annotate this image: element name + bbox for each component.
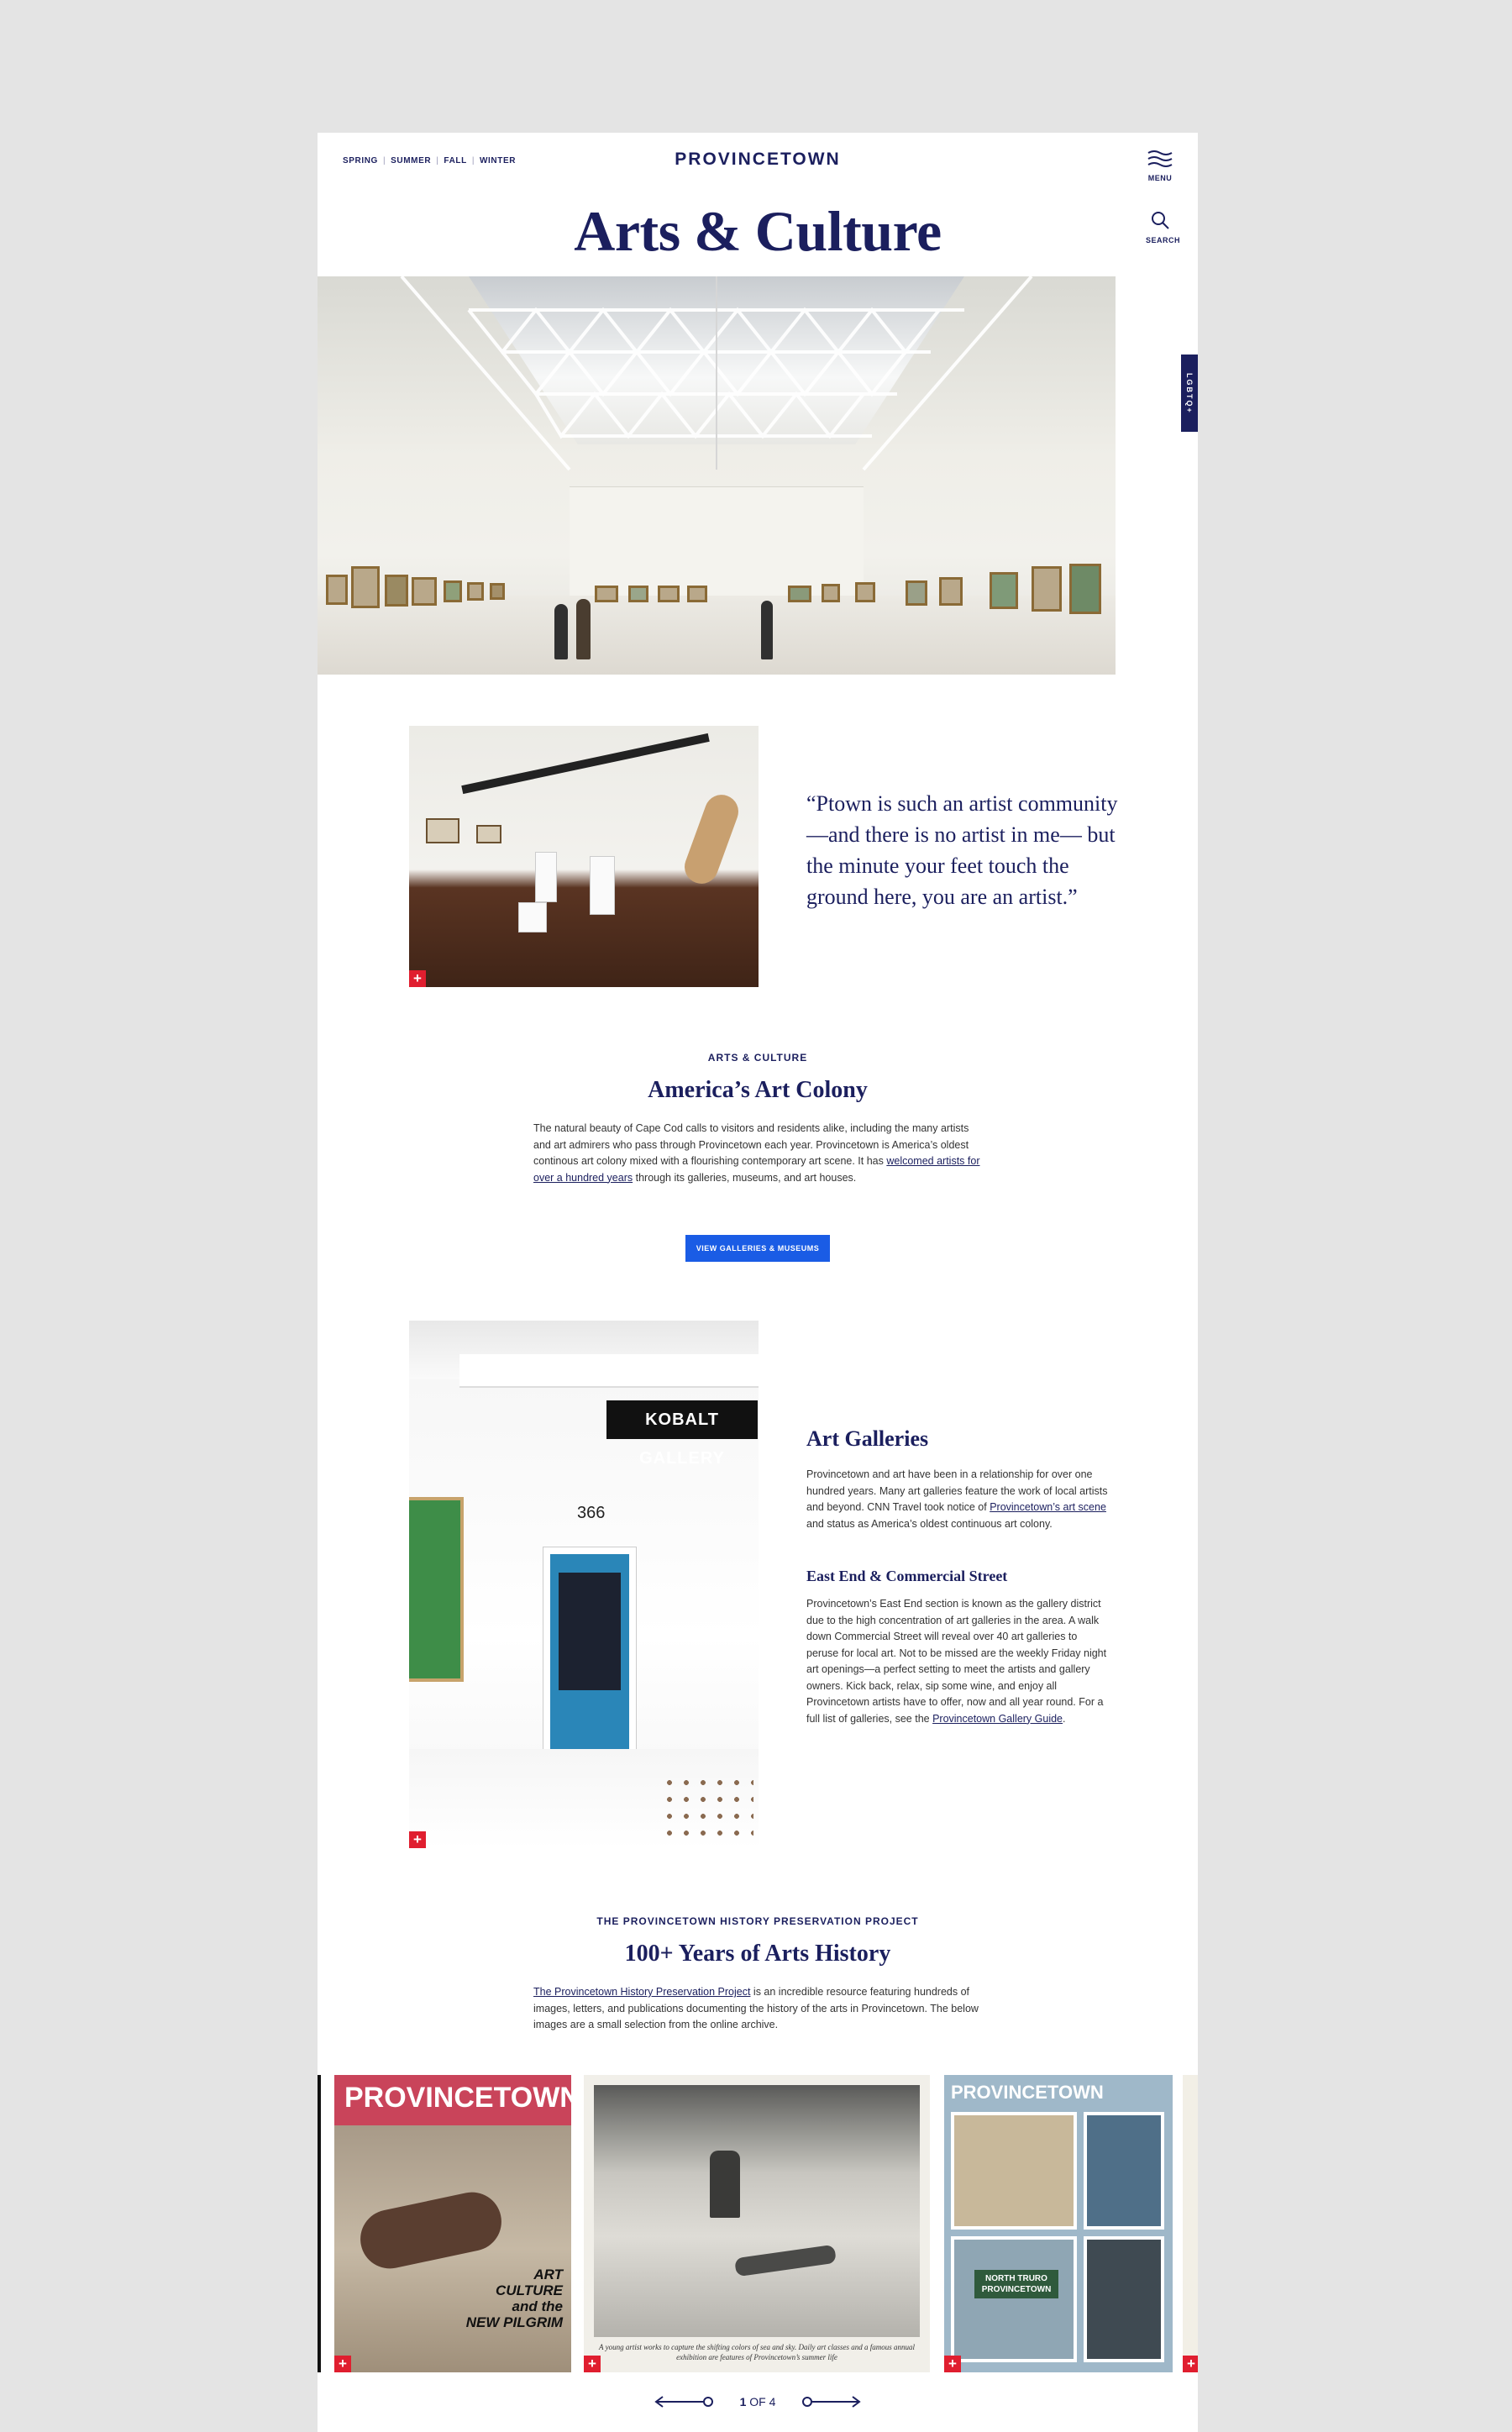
east-end-paragraph: Provincetown’s East End section is known… <box>806 1598 1107 1725</box>
menu-label: MENU <box>1147 174 1173 182</box>
view-galleries-button[interactable]: VIEW GALLERIES & MUSEUMS <box>685 1235 830 1262</box>
magazine-masthead-3: PROVINCETOWN <box>951 2082 1104 2103</box>
east-end-title: East End & Commercial Street <box>806 1568 1008 1584</box>
magazine-tagline: ART CULTURE and the NEW PILGRIM <box>465 2267 563 2330</box>
arrow-left-icon[interactable] <box>654 2396 715 2408</box>
site-logo[interactable]: PROVINCETOWN <box>318 150 1198 170</box>
gallery-sign: KOBALT GALLERY <box>606 1400 758 1468</box>
history-eyebrow: THE PROVINCETOWN HISTORY PRESERVATION PR… <box>596 1915 919 1927</box>
road-sign: NORTH TRURO PROVINCETOWN <box>974 2270 1058 2298</box>
section-eyebrow: ARTS & CULTURE <box>707 1052 808 1064</box>
history-title: 100+ Years of Arts History <box>624 1941 891 1967</box>
kobalt-gallery-image: KOBALT GALLERY 366 + <box>409 1321 759 1848</box>
expand-plus-icon[interactable]: + <box>584 2356 601 2372</box>
page: SPRING | SUMMER | FALL | WINTER PROVINCETOW… <box>318 133 1198 2432</box>
preservation-project-link[interactable]: The Provincetown History Preservation Pr… <box>533 1986 750 1998</box>
menu-button[interactable]: MENU <box>1146 150 1174 182</box>
colony-paragraph: The natural beauty of Cape Cod calls to … <box>533 1122 980 1184</box>
expand-plus-icon[interactable]: + <box>334 2356 351 2372</box>
expand-plus-icon[interactable]: + <box>409 1831 426 1848</box>
carousel-card-3[interactable]: PROVINCETOWN NORTH TRURO PROVINCETOWN + <box>944 2075 1173 2372</box>
arrow-right-icon[interactable] <box>801 2396 862 2408</box>
history-paragraph: The Provincetown History Preservation Pr… <box>533 1986 979 2030</box>
carousel-card-2[interactable]: A young artist works to capture the shif… <box>584 2075 930 2372</box>
art-scene-link[interactable]: Provincetown’s art scene <box>990 1501 1106 1513</box>
carousel-card-1[interactable]: PROVINCETOWN ART CULTURE and the NEW PIL… <box>334 2075 571 2372</box>
pull-quote: “Ptown is such an artist community —and … <box>806 791 1118 909</box>
art-galleries-title: Art Galleries <box>806 1426 929 1451</box>
galleries-paragraph: Provincetown and art have been in a rela… <box>806 1468 1108 1530</box>
waves-menu-icon <box>1147 150 1173 167</box>
magazine-masthead: PROVINCETOWN <box>344 2082 571 2114</box>
expand-plus-icon[interactable]: + <box>944 2356 961 2372</box>
lgbtq-side-tab[interactable]: LGBTQ+ <box>1181 355 1198 432</box>
expand-plus-icon[interactable]: + <box>1183 2356 1198 2372</box>
carousel-card-prev-edge <box>318 2075 321 2372</box>
page-indicator: 1 OF 4 <box>739 2395 776 2408</box>
photo-caption: A young artist works to capture the shif… <box>599 2343 915 2361</box>
street-number: 366 <box>577 1504 606 1522</box>
gallery-interior-image: + <box>409 726 759 987</box>
section-title: America’s Art Colony <box>648 1077 868 1103</box>
expand-plus-icon[interactable]: + <box>409 970 426 987</box>
carousel-card-next-edge: + <box>1183 2075 1198 2372</box>
gallery-guide-link[interactable]: Provincetown Gallery Guide <box>932 1713 1063 1725</box>
hero-gallery-image <box>318 276 1116 675</box>
carousel-pager: 1 OF 4 <box>318 2395 1198 2408</box>
page-title: Arts & Culture <box>574 199 942 263</box>
